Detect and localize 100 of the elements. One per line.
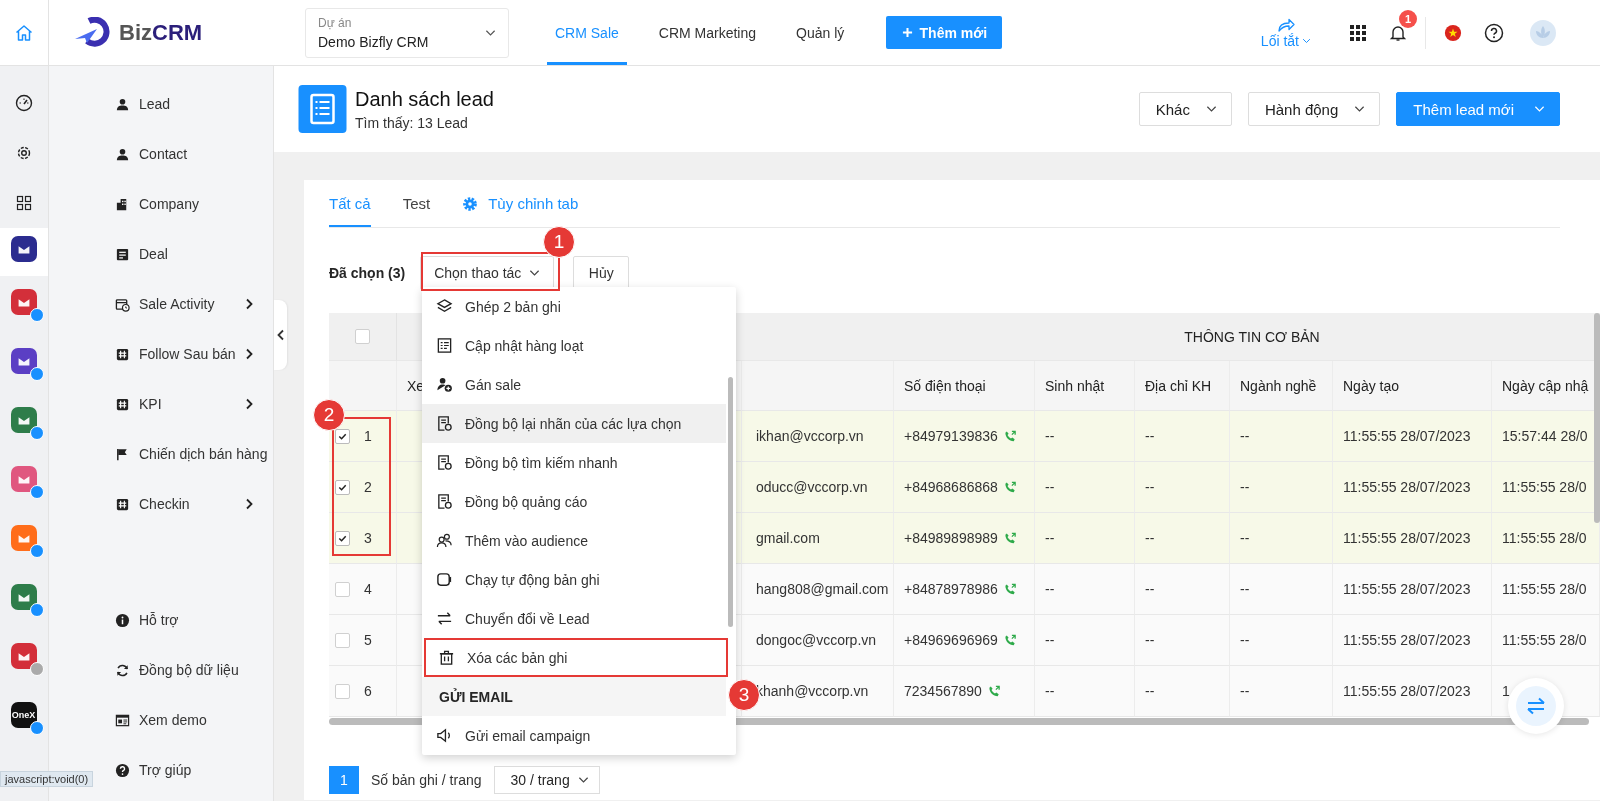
- sidebar-item[interactable]: Contact: [49, 129, 273, 179]
- header-button[interactable]: Hành động: [1247, 92, 1381, 126]
- document-icon: [115, 246, 130, 262]
- person-icon: [115, 96, 130, 112]
- sidebar-item[interactable]: Follow Sau bán: [49, 329, 273, 379]
- table-cell: --: [1145, 479, 1155, 495]
- rail-item[interactable]: [0, 228, 48, 276]
- app-icon: [10, 466, 44, 499]
- gauge-icon: [15, 94, 33, 112]
- speaker-icon: [436, 727, 453, 744]
- caret-icon: [1354, 105, 1366, 113]
- phone-number: +84989898989: [904, 530, 998, 546]
- row-checkbox[interactable]: [335, 428, 350, 444]
- header-button[interactable]: Khác: [1138, 92, 1232, 126]
- phone-number: +84969696969: [904, 632, 998, 648]
- rail-item[interactable]: OneX: [0, 689, 48, 748]
- table-cell: --: [1045, 479, 1055, 495]
- email-text: oducc@vccorp.vn: [756, 479, 868, 495]
- scrollbar[interactable]: [728, 377, 733, 627]
- row-checkbox[interactable]: [335, 479, 350, 495]
- list-icon: [436, 337, 453, 354]
- row-number: 5: [364, 632, 372, 648]
- settings-icon: [462, 195, 479, 212]
- phone-icon[interactable]: [1003, 531, 1017, 545]
- result-count: Tìm thấy: 13 Lead: [355, 114, 469, 131]
- phone-icon[interactable]: [1003, 582, 1017, 596]
- phone-icon[interactable]: [1003, 633, 1017, 647]
- logo-text: BizCRM: [119, 19, 203, 46]
- info-icon: [115, 612, 130, 628]
- apps-grid-icon[interactable]: [1349, 23, 1367, 42]
- notification-icon[interactable]: [1389, 23, 1407, 42]
- row-checkbox[interactable]: [335, 632, 350, 648]
- column-header: Sinh nhật: [1045, 377, 1105, 394]
- project-select[interactable]: Dự án Demo Bizfly CRM: [305, 7, 509, 58]
- menu-item[interactable]: Đồng bộ lại nhãn của các lựa chọn: [422, 404, 726, 443]
- calendar-icon: [115, 296, 130, 312]
- phone-icon[interactable]: [987, 684, 1001, 698]
- notification-count: 1: [1399, 9, 1417, 28]
- sidebar-item[interactable]: Chiến dịch bán hàng: [49, 429, 273, 479]
- table-cell: 11:55:55 28/07/2023: [1343, 581, 1471, 597]
- row-checkbox[interactable]: [335, 530, 350, 546]
- tab[interactable]: Test: [402, 180, 431, 227]
- sidebar-item[interactable]: KPI: [49, 379, 273, 429]
- table-cell: 11:55:55 28/0: [1502, 581, 1587, 597]
- nav-tab[interactable]: CRM Marketing: [650, 0, 765, 65]
- table-cell: --: [1240, 530, 1250, 546]
- menu-item[interactable]: Gán sale: [422, 365, 726, 404]
- sidebar-item[interactable]: Xem demo: [49, 695, 273, 745]
- select-all-checkbox[interactable]: [355, 329, 370, 344]
- nav-tab[interactable]: Quản lý: [788, 0, 853, 65]
- cancel-button[interactable]: Hủy: [573, 255, 630, 290]
- menu-item[interactable]: Ghép 2 bản ghi: [422, 287, 726, 326]
- table-cell: --: [1145, 530, 1155, 546]
- phone-icon[interactable]: [1003, 429, 1017, 443]
- app-icon: [10, 584, 44, 617]
- menu-item[interactable]: Gửi email campaign: [422, 716, 726, 755]
- menu-item[interactable]: Cập nhật hàng loạt: [422, 326, 726, 365]
- flag-icon[interactable]: [1444, 23, 1462, 42]
- row-checkbox[interactable]: [335, 683, 350, 699]
- menu-section-header: GỬI EMAIL: [422, 677, 726, 716]
- table-cell: 11:55:55 28/0: [1502, 632, 1587, 648]
- home-icon[interactable]: [14, 22, 34, 43]
- document-sync-icon: [436, 415, 453, 432]
- scrollbar[interactable]: [1594, 313, 1600, 523]
- table-cell: --: [1240, 479, 1250, 495]
- sidebar-item[interactable]: Hỗ trợ: [49, 595, 273, 645]
- grid-icon: [115, 396, 130, 412]
- row-number: 1: [364, 428, 372, 444]
- sidebar-item[interactable]: Deal: [49, 229, 273, 279]
- table-cell: 11:55:55 28/07/2023: [1343, 632, 1471, 648]
- avatar[interactable]: [1530, 19, 1556, 46]
- caret-icon: [485, 28, 496, 37]
- grid-icon: [115, 346, 130, 362]
- share-icon: [1276, 16, 1295, 33]
- action-select[interactable]: Chọn thao tác: [420, 255, 555, 290]
- column-group-header: THÔNG TIN CƠ BẢN: [1184, 328, 1320, 345]
- user-plus-icon: [436, 376, 453, 393]
- row-checkbox[interactable]: [335, 581, 350, 597]
- swap-icon: [436, 610, 453, 627]
- document-sync-icon: [436, 454, 453, 471]
- sidebar-item[interactable]: Company: [49, 179, 273, 229]
- phone-icon[interactable]: [1003, 480, 1017, 494]
- email-text: gmail.com: [756, 530, 820, 546]
- layers-icon: [436, 298, 453, 315]
- table-cell: 11:55:55 28/07/2023: [1343, 530, 1471, 546]
- row-number: 2: [364, 479, 372, 495]
- menu-item[interactable]: Thêm vào audience: [422, 521, 726, 560]
- table-cell: --: [1045, 428, 1055, 444]
- sidebar-item[interactable]: Đồng bộ dữ liệu: [49, 645, 273, 695]
- document-sync-icon: [436, 493, 453, 510]
- sidebar-item[interactable]: Checkin: [49, 479, 273, 529]
- chevron-left-icon: [276, 329, 285, 341]
- table-cell: --: [1045, 581, 1055, 597]
- swap-icon: [1516, 686, 1556, 726]
- sidebar-item[interactable]: Sale Activity: [49, 279, 273, 329]
- menu-item[interactable]: Xóa các bản ghi: [426, 640, 726, 675]
- collapse-handle[interactable]: [274, 300, 287, 370]
- page-size-select[interactable]: 30 / trang: [493, 766, 600, 794]
- help-icon[interactable]: [1484, 22, 1504, 43]
- sidebar-item[interactable]: Lead: [49, 79, 273, 129]
